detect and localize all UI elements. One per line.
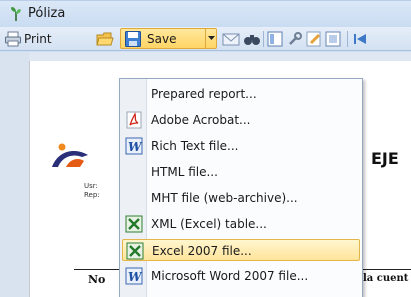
find-binoculars-icon[interactable] — [243, 31, 261, 47]
printer-icon — [5, 31, 21, 47]
excel-icon — [125, 215, 143, 233]
svg-text:W: W — [128, 140, 143, 154]
first-page-icon[interactable] — [352, 31, 368, 47]
app-window: Póliza Print Save EJE Usr: Rep: No la cu… — [0, 0, 411, 297]
window-title: Póliza — [28, 6, 66, 21]
toolbar: Print Save — [0, 27, 411, 51]
user-label: Usr: — [84, 182, 98, 190]
menu-item-label: MHT file (web-archive)... — [151, 191, 298, 205]
menu-item-html[interactable]: HTML file... — [122, 161, 360, 183]
menu-item-label: Excel 2007 file... — [152, 244, 252, 258]
page-layout-icon[interactable] — [267, 31, 283, 47]
menu-item-prepared-report[interactable]: Prepared report... — [122, 83, 360, 105]
chevron-down-icon — [208, 36, 215, 40]
svg-text:W: W — [128, 270, 143, 284]
menu-item-excel-2007[interactable]: Excel 2007 file... — [122, 239, 360, 261]
save-dropdown-toggle[interactable] — [205, 28, 217, 49]
save-format-menu: Prepared report... Adobe Acrobat... W Ri… — [119, 78, 363, 297]
menu-item-label: HTML file... — [151, 165, 218, 179]
report-heading: EJE — [371, 149, 399, 168]
word-icon: W — [125, 137, 143, 155]
open-folder-icon[interactable] — [96, 30, 114, 48]
page-view-icon[interactable] — [325, 31, 341, 47]
word-icon: W — [125, 267, 143, 285]
menu-item-word-2007[interactable]: W Microsoft Word 2007 file... — [122, 265, 360, 287]
save-button[interactable]: Save — [120, 28, 217, 49]
rep-label: Rep: — [84, 191, 100, 199]
preview-margin — [0, 52, 29, 297]
app-leaf-icon — [11, 7, 21, 21]
edit-pencil-icon[interactable] — [306, 31, 322, 47]
menu-item-label: Microsoft Word 2007 file... — [151, 269, 309, 283]
menu-item-adobe-acrobat[interactable]: Adobe Acrobat... — [122, 109, 360, 131]
menu-item-label: XML (Excel) table... — [151, 217, 267, 231]
menu-item-mht[interactable]: MHT file (web-archive)... — [122, 187, 360, 209]
toolbar-separator — [263, 31, 264, 47]
print-label: Print — [24, 32, 52, 46]
column-header-cuenta: la cuent — [363, 273, 409, 284]
menu-item-label: Adobe Acrobat... — [151, 113, 251, 127]
menu-item-rich-text[interactable]: W Rich Text file... — [122, 135, 360, 157]
save-label: Save — [147, 32, 177, 46]
menu-item-label: Prepared report... — [151, 87, 257, 101]
print-button[interactable]: Print — [4, 29, 52, 49]
excel-icon — [126, 242, 144, 260]
settings-wrench-icon[interactable] — [287, 31, 303, 47]
pdf-icon — [126, 111, 142, 129]
company-logo — [52, 143, 88, 167]
floppy-disk-icon — [125, 31, 141, 47]
email-icon[interactable] — [222, 31, 240, 47]
menu-item-xml-excel[interactable]: XML (Excel) table... — [122, 213, 360, 235]
column-header-no: No — [88, 273, 106, 286]
menu-item-label: Rich Text file... — [151, 139, 239, 153]
toolbar-separator — [347, 31, 348, 47]
title-bar: Póliza — [0, 1, 411, 27]
